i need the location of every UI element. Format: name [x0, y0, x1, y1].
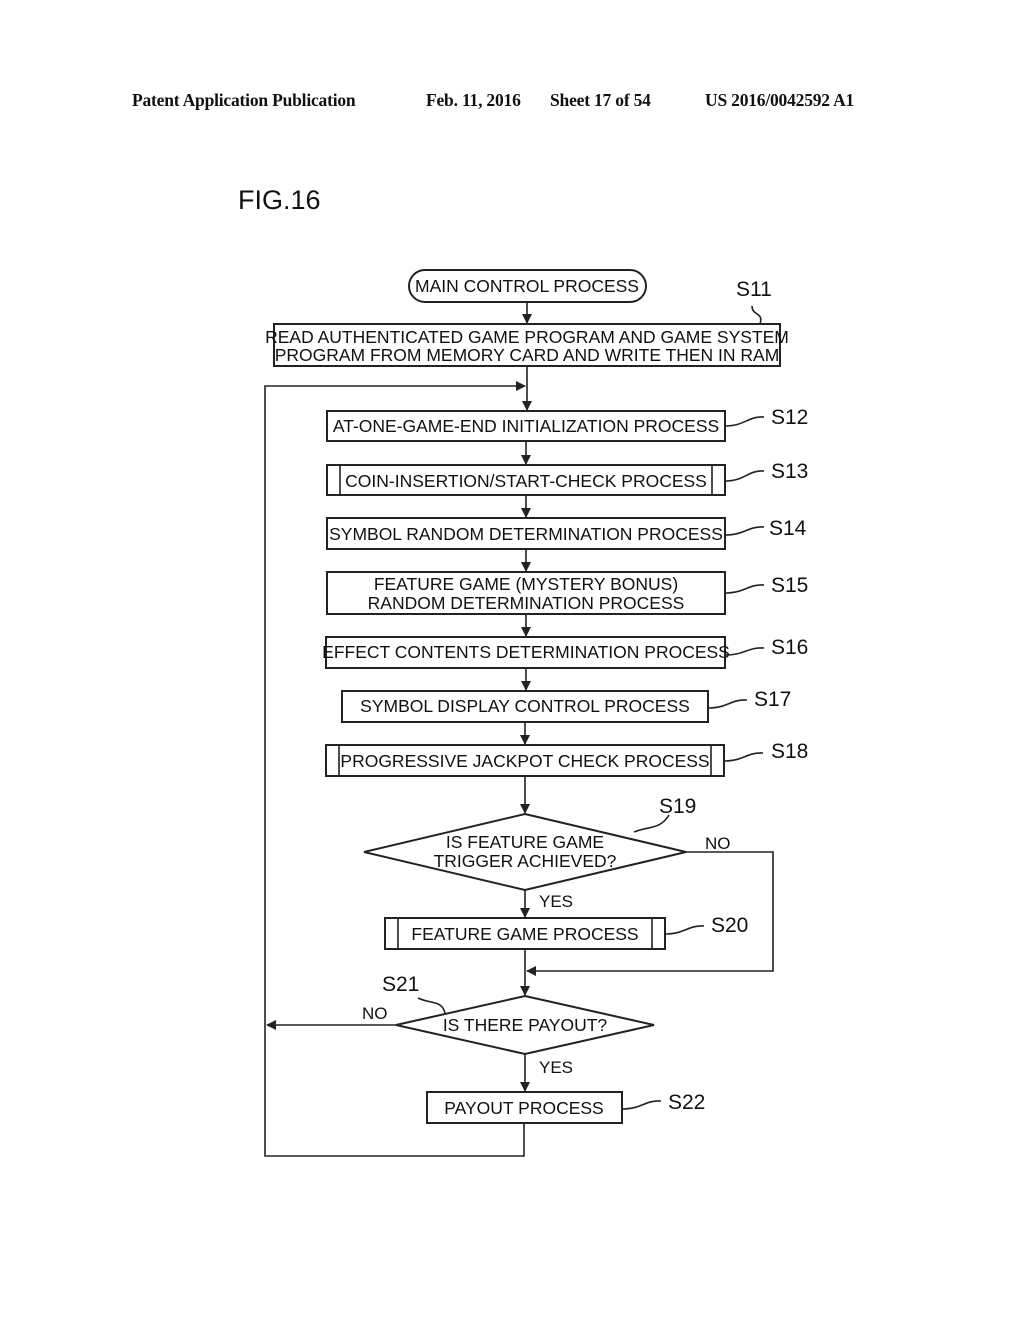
decision-text: IS THERE PAYOUT?	[443, 1015, 608, 1035]
step-s14: SYMBOL RANDOM DETERMINATION PROCESS S14	[326, 517, 807, 550]
step-s16: EFFECT CONTENTS DETERMINATION PROCESS S1…	[322, 636, 808, 669]
yes-label: YES	[539, 1058, 573, 1077]
step-s22: PAYOUT PROCESS S22	[426, 1091, 705, 1124]
leader-line	[724, 416, 765, 427]
start-terminal: MAIN CONTROL PROCESS	[408, 269, 647, 303]
yes-label: YES	[539, 892, 573, 911]
leader-line	[724, 584, 765, 594]
flowchart: MAIN CONTROL PROCESS READ AUTHENTICATED …	[264, 269, 808, 1157]
step-id: S16	[771, 636, 808, 659]
step-s17: SYMBOL DISPLAY CONTROL PROCESS S17	[341, 688, 791, 723]
leader-line	[724, 526, 765, 536]
leader-line	[751, 305, 762, 325]
step-id: S19	[659, 795, 696, 818]
step-id: S12	[771, 406, 808, 429]
leader-line	[724, 647, 765, 656]
leader-line	[723, 752, 764, 762]
step-s18: PROGRESSIVE JACKPOT CHECK PROCESS S18	[325, 740, 808, 777]
step-id: S18	[771, 740, 808, 763]
decision-text-line2: TRIGGER ACHIEVED?	[434, 851, 617, 871]
step-text-line1: FEATURE GAME (MYSTERY BONUS)	[374, 574, 678, 594]
step-s20: FEATURE GAME PROCESS S20	[384, 914, 748, 950]
step-id: S14	[769, 517, 807, 540]
step-text: PAYOUT PROCESS	[444, 1098, 603, 1118]
step-id: S20	[711, 914, 748, 937]
decision-s19: IS FEATURE GAME TRIGGER ACHIEVED? S19 NO…	[363, 795, 731, 911]
step-text: COIN-INSERTION/START-CHECK PROCESS	[345, 471, 707, 491]
leader-line	[621, 1100, 662, 1110]
leader-line	[707, 699, 748, 709]
step-s12: AT-ONE-GAME-END INITIALIZATION PROCESS S…	[326, 406, 808, 442]
decision-text-line1: IS FEATURE GAME	[446, 832, 604, 852]
step-text: SYMBOL DISPLAY CONTROL PROCESS	[360, 696, 690, 716]
decision-s21: IS THERE PAYOUT? S21 NO YES	[362, 973, 655, 1077]
leader-line	[664, 925, 705, 935]
leader-line	[724, 470, 765, 482]
step-text: PROGRESSIVE JACKPOT CHECK PROCESS	[340, 751, 709, 771]
leader-line	[417, 997, 446, 1014]
step-text-line2: PROGRAM FROM MEMORY CARD AND WRITE THEN …	[275, 345, 780, 365]
step-text: AT-ONE-GAME-END INITIALIZATION PROCESS	[333, 416, 719, 436]
step-id: S17	[754, 688, 791, 711]
step-text-line1: READ AUTHENTICATED GAME PROGRAM AND GAME…	[265, 327, 789, 347]
start-label: MAIN CONTROL PROCESS	[415, 276, 639, 296]
step-id: S11	[736, 278, 772, 301]
step-id: S22	[668, 1091, 705, 1114]
step-id: S13	[771, 460, 808, 483]
step-text: SYMBOL RANDOM DETERMINATION PROCESS	[329, 524, 723, 544]
step-s13: COIN-INSERTION/START-CHECK PROCESS S13	[326, 460, 808, 496]
step-id: S21	[382, 973, 419, 996]
step-id: S15	[771, 574, 808, 597]
no-label: NO	[705, 834, 731, 853]
step-text-line2: RANDOM DETERMINATION PROCESS	[368, 593, 685, 613]
step-text: EFFECT CONTENTS DETERMINATION PROCESS	[322, 642, 730, 662]
no-label: NO	[362, 1004, 388, 1023]
step-s15: FEATURE GAME (MYSTERY BONUS) RANDOM DETE…	[326, 571, 808, 615]
step-text: FEATURE GAME PROCESS	[411, 924, 638, 944]
